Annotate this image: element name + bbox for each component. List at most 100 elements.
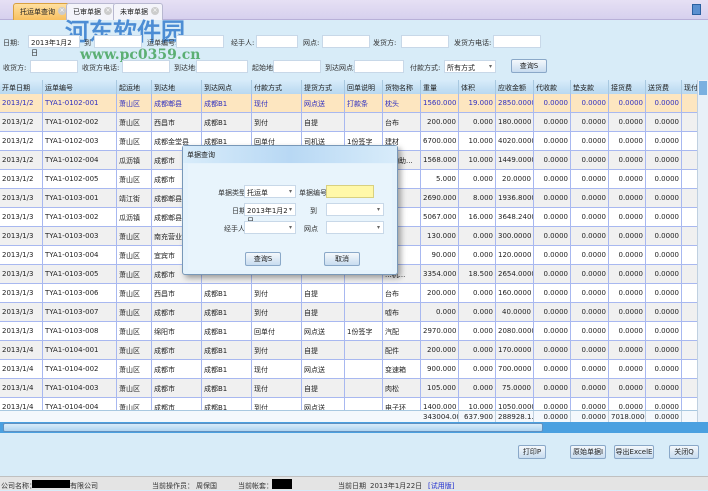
original-document-button[interactable]: 原始单据I <box>570 445 606 459</box>
date-from-select[interactable]: 2013年1月2日▾ <box>244 203 296 225</box>
table-cell: 0.0000 <box>534 170 571 189</box>
table-cell: 0.0000 <box>646 303 682 322</box>
table-cell: TYA1-0103-006 <box>43 284 117 303</box>
date-from-field[interactable]: 2013年1月2日 <box>28 35 80 57</box>
column-header: 起运地 <box>117 80 152 94</box>
date-to-select[interactable]: ▾ <box>326 203 384 216</box>
table-cell: 萧山区 <box>117 113 152 132</box>
outlet-select[interactable]: ▾ <box>326 221 384 234</box>
tab-waybill-query[interactable]: 托运单查询 × <box>13 3 70 20</box>
number-input[interactable] <box>326 185 374 198</box>
tab-approved[interactable]: 已审单据 × <box>66 3 116 20</box>
table-cell: 2013/1/3 <box>0 189 43 208</box>
print-button[interactable]: 打印P <box>518 445 546 459</box>
table-row[interactable]: 2013/1/3 TYA1-0103-006 萧山区 西昌市 成都B1 到付 自提 台布 200… <box>0 284 697 303</box>
export-excel-button[interactable]: 导出ExcelE <box>614 445 654 459</box>
table-cell: 自提 <box>302 303 345 322</box>
table-cell: 90.000 <box>421 246 459 265</box>
table-cell: 0.0000 <box>571 265 609 284</box>
table-cell: 网点送 <box>302 322 345 341</box>
table-cell: 配件 <box>383 341 421 360</box>
dialog-query-button[interactable]: 查询S <box>245 252 281 266</box>
type-label: 单据类型 <box>218 189 246 197</box>
table-row[interactable]: 2013/1/2 TYA1-0102-001 萧山区 成都郫县 成都B1 现付 网点送 打款条… <box>0 94 697 113</box>
origin-label: 起始地: <box>252 64 276 72</box>
table-cell: 2013/1/3 <box>0 246 43 265</box>
horizontal-scroll-thumb[interactable] <box>3 423 543 432</box>
table-cell: 0.0000 <box>609 265 646 284</box>
dest-outlet-input[interactable] <box>354 60 404 73</box>
table-cell: 成都市 <box>152 341 202 360</box>
dialog-cancel-button[interactable]: 取消 <box>324 252 360 266</box>
total-cell <box>202 411 252 422</box>
table-row[interactable]: 2013/1/4 TYA1-0104-001 萧山区 成都市 成都B1 到付 自提 配件 200… <box>0 341 697 360</box>
table-cell: 电子环 <box>383 398 421 410</box>
date-to-field[interactable] <box>94 35 142 48</box>
table-cell <box>682 265 697 284</box>
close-icon[interactable]: × <box>58 7 66 15</box>
destination-input[interactable] <box>196 60 248 73</box>
table-row[interactable]: 2013/1/2 TYA1-0102-002 萧山区 西昌市 成都B1 到付 自提 台布 200… <box>0 113 697 132</box>
waybill-input[interactable] <box>176 35 224 48</box>
table-cell: 成都郫县 <box>152 94 202 113</box>
receiver-input[interactable] <box>30 60 78 73</box>
status-bar: 公司名称： 有限公司 当前操作员： 周保国 当前帐套： 当前日期 2013年1月… <box>0 476 708 490</box>
total-cell: 0.0000 <box>646 411 682 422</box>
table-row[interactable]: 2013/1/3 TYA1-0103-007 萧山区 成都市 成都B1 到付 自提 嘘布 0.0… <box>0 303 697 322</box>
table-cell: 10.000 <box>459 132 496 151</box>
handler-label: 经手人 <box>224 225 245 233</box>
origin-input[interactable] <box>273 60 321 73</box>
outlet-input[interactable] <box>322 35 370 48</box>
table-cell: 200.000 <box>421 341 459 360</box>
column-header: 到达网点 <box>202 80 252 94</box>
receiver-phone-input[interactable] <box>122 60 170 73</box>
table-cell: 120.0000 <box>496 246 534 265</box>
table-cell: 1568.000 <box>421 151 459 170</box>
sender-input[interactable] <box>401 35 449 48</box>
table-cell: 0.0000 <box>609 284 646 303</box>
table-cell: 2013/1/3 <box>0 265 43 284</box>
table-row[interactable]: 2013/1/3 TYA1-0103-008 萧山区 绵阳市 成都B1 回单付 网点送 1份签… <box>0 322 697 341</box>
close-icon[interactable]: × <box>151 7 159 15</box>
outlet-label: 网点 <box>304 225 318 233</box>
dialog-title: 单据查询 <box>183 146 397 163</box>
table-cell <box>345 113 383 132</box>
table-cell: 0.0000 <box>609 303 646 322</box>
close-icon[interactable]: × <box>104 7 112 15</box>
close-button[interactable]: 关闭Q <box>669 445 699 459</box>
table-row[interactable]: 2013/1/4 TYA1-0104-004 萧山区 成都市 成都B1 到付 网点送 电子环 1… <box>0 398 697 410</box>
table-cell: 0.0000 <box>534 341 571 360</box>
table-cell: 0.0000 <box>609 341 646 360</box>
window-menu-icon[interactable] <box>692 4 701 15</box>
table-cell: 成都B1 <box>202 341 252 360</box>
destination-label: 到达地: <box>174 64 198 72</box>
table-cell: 0.0000 <box>609 170 646 189</box>
table-cell <box>345 341 383 360</box>
handler-select[interactable]: ▾ <box>244 221 296 234</box>
table-cell: 0.0000 <box>609 227 646 246</box>
table-cell: 嘘布 <box>383 303 421 322</box>
dropdown-arrow-icon: ▾ <box>288 188 292 195</box>
table-cell: 0.0000 <box>534 189 571 208</box>
table-cell: 0.0000 <box>571 398 609 410</box>
payment-select[interactable]: 所有方式 ▾ <box>444 60 496 73</box>
query-button[interactable]: 查询S <box>511 59 547 73</box>
table-cell: TYA1-0102-005 <box>43 170 117 189</box>
scroll-thumb[interactable] <box>699 81 707 95</box>
table-cell: 0.000 <box>459 170 496 189</box>
tab-unapproved[interactable]: 未审单据 × <box>113 3 163 20</box>
table-row[interactable]: 2013/1/4 TYA1-0104-002 萧山区 成都市 成都B1 现付 网点送 变速箱 9… <box>0 360 697 379</box>
table-cell: 0.0000 <box>571 189 609 208</box>
handler-input[interactable] <box>256 35 298 48</box>
vertical-scrollbar[interactable] <box>697 80 708 422</box>
sender-phone-input[interactable] <box>493 35 541 48</box>
column-header: 现付 <box>682 80 697 94</box>
table-cell: 到付 <box>252 113 302 132</box>
table-row[interactable]: 2013/1/4 TYA1-0104-003 萧山区 成都市 成都B1 现付 自提 肉松 105… <box>0 379 697 398</box>
redacted-account <box>272 479 292 489</box>
type-select[interactable]: 托运单 ▾ <box>244 185 296 198</box>
column-header: 代收款 <box>534 80 571 94</box>
type-value: 托运单 <box>247 189 268 197</box>
tab-label: 已审单据 <box>73 8 101 16</box>
table-cell: 0.0000 <box>571 360 609 379</box>
